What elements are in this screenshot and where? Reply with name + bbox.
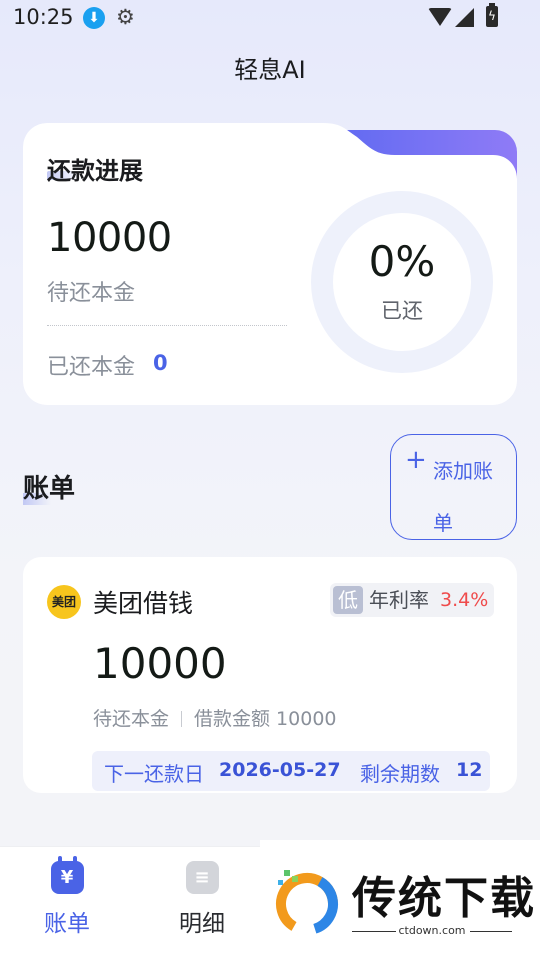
risk-level-badge: 低 bbox=[333, 586, 363, 614]
remaining-terms-label: 剩余期数 bbox=[360, 762, 440, 786]
watermark-title: 传统下载 bbox=[352, 873, 536, 924]
watermark: 传统下载 ctdown.com bbox=[260, 840, 540, 960]
loan-amount-text: 借款金额 10000 bbox=[194, 708, 337, 730]
add-bill-label: 添加账单 bbox=[433, 459, 493, 535]
loan-remaining-amount: 10000 bbox=[93, 639, 227, 688]
add-bill-button[interactable]: + 添加账单 bbox=[390, 434, 517, 540]
download-icon: ⬇ bbox=[83, 7, 105, 29]
loan-remaining-label: 待还本金 bbox=[93, 708, 170, 730]
status-bar: 10:25 ⬇ ⚙ ϟ bbox=[0, 0, 540, 38]
rate-value: 3.4% bbox=[440, 589, 489, 611]
next-due-date: 2026-05-27 bbox=[219, 759, 341, 781]
plus-icon: + bbox=[405, 445, 427, 475]
nav-tab-bills-label: 账单 bbox=[44, 911, 90, 937]
remaining-terms-value: 12 bbox=[456, 759, 483, 781]
wifi-icon bbox=[428, 8, 452, 26]
repayment-progress-card: 还款进展 10000 待还本金 已还本金 0 0% 已还 bbox=[23, 123, 517, 405]
loan-subtitle: 待还本金 借款金额 10000 bbox=[93, 704, 337, 731]
progress-title: 还款进展 bbox=[47, 157, 143, 185]
yen-calendar-icon: ¥ bbox=[50, 856, 84, 894]
list-icon: ≡ bbox=[185, 861, 219, 894]
remaining-principal-value: 10000 bbox=[47, 215, 172, 261]
page-title: 轻息AI bbox=[234, 56, 306, 84]
paid-principal-value: 0 bbox=[153, 351, 168, 375]
watermark-rule bbox=[470, 931, 512, 932]
rate-label: 年利率 bbox=[369, 588, 429, 612]
separator bbox=[181, 711, 183, 727]
remaining-principal-label: 待还本金 bbox=[47, 281, 136, 306]
status-time: 10:25 bbox=[13, 5, 74, 29]
paid-principal-label: 已还本金 bbox=[47, 355, 136, 380]
next-due-label: 下一还款日 bbox=[104, 762, 204, 786]
progress-card-body: 还款进展 10000 待还本金 已还本金 0 0% 已还 bbox=[23, 123, 517, 405]
watermark-logo-icon bbox=[276, 870, 338, 935]
signal-icon bbox=[455, 8, 474, 27]
progress-percent-label: 已还 bbox=[381, 299, 423, 323]
divider bbox=[47, 325, 287, 326]
battery-icon: ϟ bbox=[486, 3, 498, 27]
interest-rate-chip: 低 年利率 3.4% bbox=[330, 583, 494, 617]
loan-card[interactable]: 美团 美团借钱 低 年利率 3.4% 10000 待还本金 借款金额 10000 … bbox=[23, 557, 517, 793]
progress-percent: 0% bbox=[368, 237, 436, 286]
loan-name: 美团借钱 bbox=[93, 589, 194, 618]
nav-tab-bills[interactable]: ¥ 账单 bbox=[7, 856, 127, 951]
bills-section-title: 账单 bbox=[23, 474, 76, 504]
meituan-logo-icon: 美团 bbox=[47, 585, 81, 619]
nav-tab-details[interactable]: ≡ 明细 bbox=[142, 861, 262, 951]
nav-tab-details-label: 明细 bbox=[179, 911, 225, 937]
gear-icon: ⚙ bbox=[116, 5, 135, 29]
next-due-bar: 下一还款日 2026-05-27 剩余期数 12 bbox=[92, 751, 490, 791]
